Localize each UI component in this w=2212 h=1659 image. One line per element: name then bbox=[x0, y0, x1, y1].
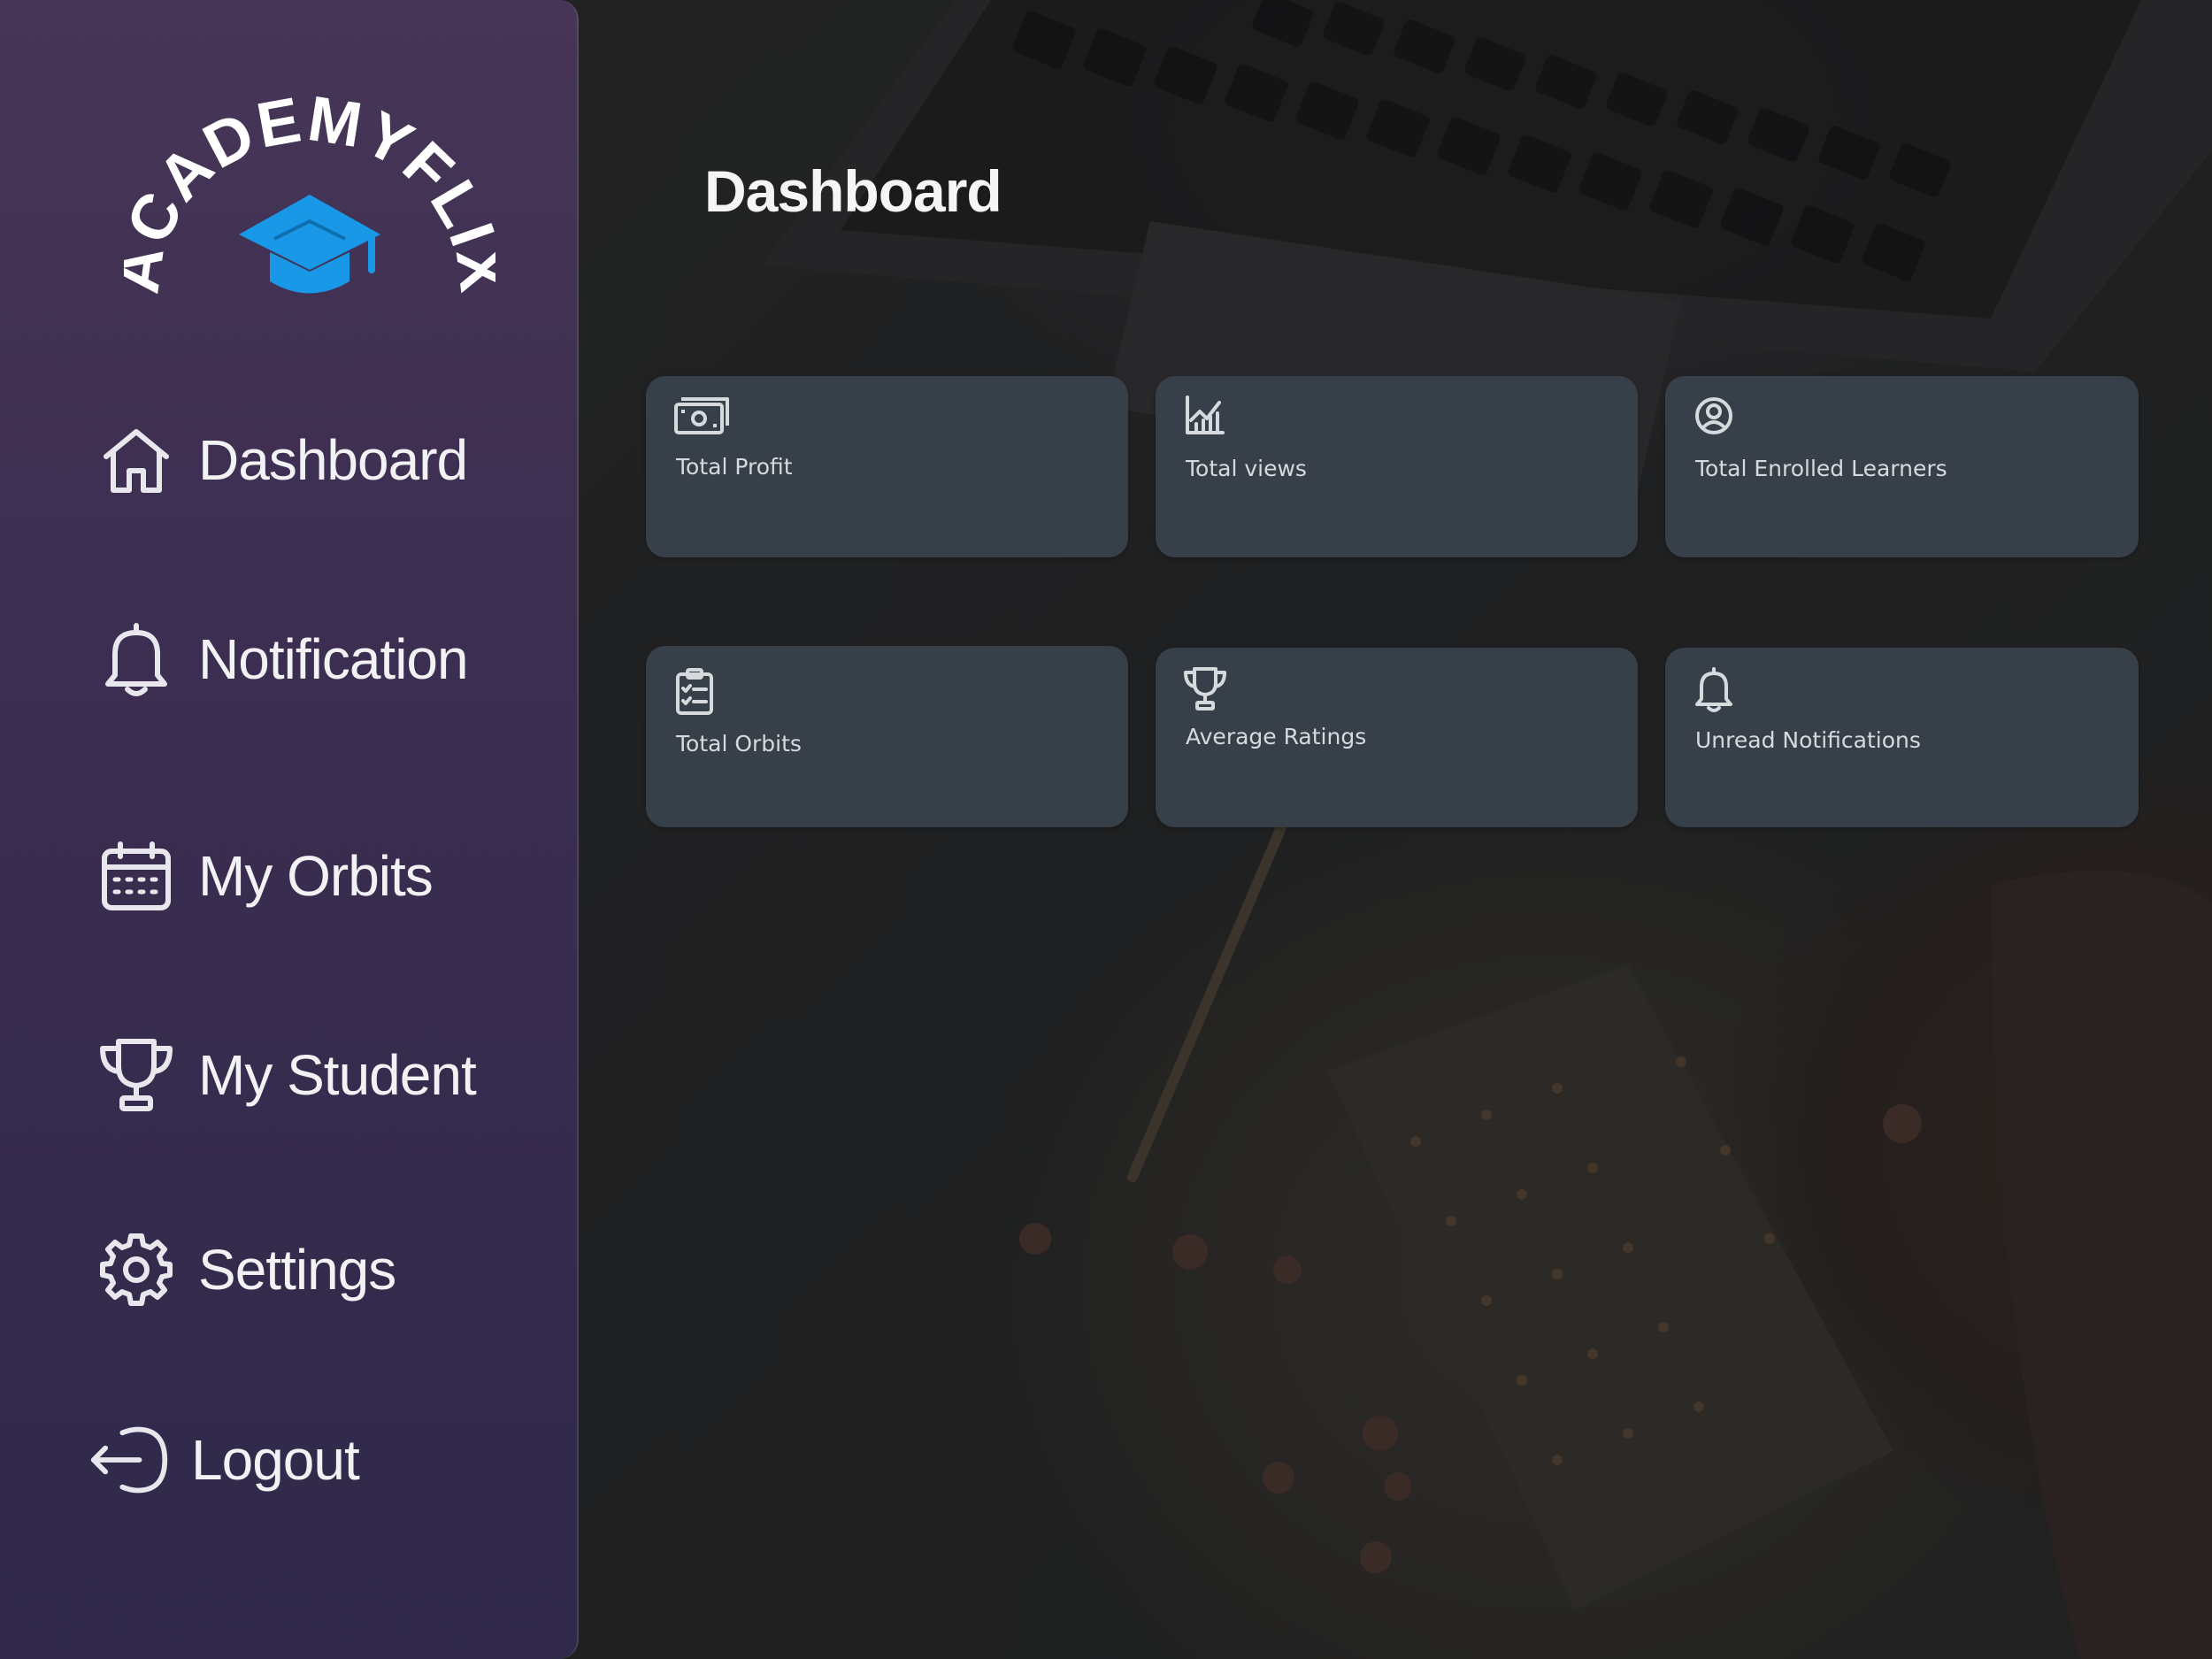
sidebar-item-label: Settings bbox=[198, 1238, 396, 1302]
sidebar-item-label: Logout bbox=[191, 1428, 360, 1492]
sidebar-item-my-student[interactable]: My Student bbox=[96, 1026, 477, 1124]
stat-card-total-orbits[interactable]: Total Orbits bbox=[646, 646, 1128, 827]
stat-card-average-ratings[interactable]: Average Ratings bbox=[1156, 648, 1638, 827]
sidebar-item-label: Notification bbox=[198, 627, 469, 691]
user-circle-icon bbox=[1692, 394, 1745, 447]
sidebar-item-label: My Orbits bbox=[198, 844, 434, 908]
sidebar-item-settings[interactable]: Settings bbox=[96, 1221, 396, 1318]
trophy-icon bbox=[96, 1034, 177, 1116]
sidebar-item-label: My Student bbox=[198, 1043, 477, 1107]
stat-card-total-profit[interactable]: Total Profit bbox=[646, 376, 1128, 557]
bell-icon bbox=[96, 618, 177, 700]
calendar-icon bbox=[96, 835, 177, 917]
academyflix-logo: ACADEMYFLIX bbox=[124, 88, 495, 297]
chart-icon bbox=[1182, 394, 1235, 447]
clipboard-list-icon bbox=[672, 667, 726, 720]
money-icon bbox=[672, 394, 729, 447]
stat-card-total-enrolled-learners[interactable]: Total Enrolled Learners bbox=[1665, 376, 2139, 557]
logout-icon bbox=[88, 1419, 170, 1501]
sidebar-item-label: Dashboard bbox=[198, 428, 468, 492]
stat-card-label: Total views bbox=[1186, 456, 1307, 481]
stat-card-unread-notifications[interactable]: Unread Notifications bbox=[1665, 648, 2139, 827]
gear-icon bbox=[96, 1229, 177, 1310]
sidebar-item-dashboard[interactable]: Dashboard bbox=[96, 411, 468, 509]
sidebar-item-logout[interactable]: Logout bbox=[88, 1411, 360, 1509]
app-root: ACADEMYFLIX Dashboard bbox=[0, 0, 2212, 1659]
bell-icon bbox=[1692, 665, 1745, 718]
sidebar-item-notification[interactable]: Notification bbox=[96, 611, 469, 708]
stat-card-label: Total Profit bbox=[676, 454, 793, 480]
stat-card-label: Average Ratings bbox=[1186, 724, 1367, 749]
trophy-icon bbox=[1182, 665, 1235, 718]
home-icon bbox=[96, 419, 177, 501]
graduation-cap-icon bbox=[239, 195, 380, 294]
stat-card-label: Total Enrolled Learners bbox=[1695, 456, 1947, 481]
sidebar-item-my-orbits[interactable]: My Orbits bbox=[96, 827, 434, 925]
sidebar: ACADEMYFLIX Dashboard bbox=[0, 0, 579, 1659]
stat-card-label: Unread Notifications bbox=[1695, 727, 1921, 753]
stat-card-total-views[interactable]: Total views bbox=[1156, 376, 1638, 557]
stat-card-label: Total Orbits bbox=[676, 731, 802, 757]
page-title: Dashboard bbox=[704, 158, 1002, 224]
